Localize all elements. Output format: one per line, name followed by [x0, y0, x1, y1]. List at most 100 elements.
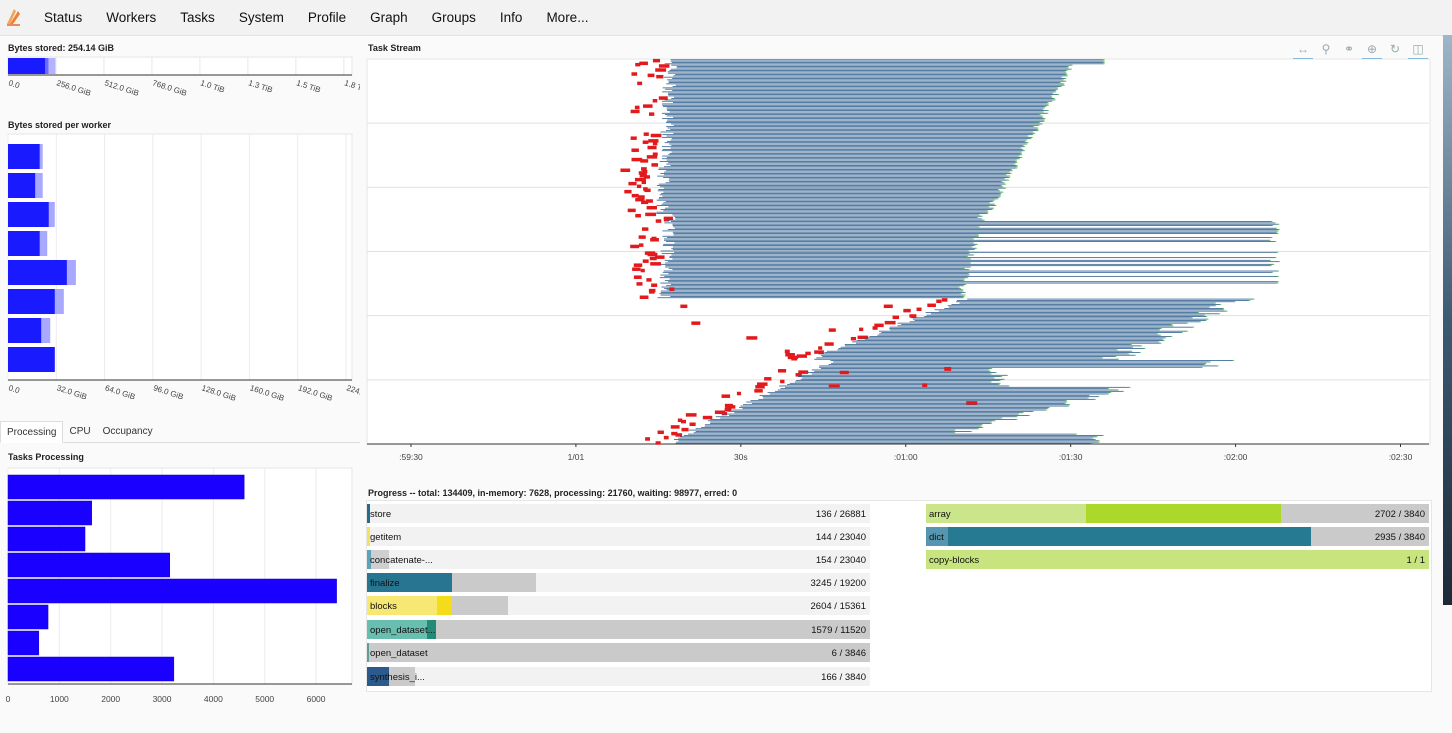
transfer-mark	[642, 259, 649, 263]
task-tail	[972, 254, 975, 256]
task-bar	[669, 257, 1276, 259]
task-tail	[1042, 120, 1045, 122]
progress-row-synthesis[interactable]: synthesis_i... 166 / 3840	[367, 667, 870, 686]
transfer-mark	[644, 188, 651, 193]
task-tail	[1042, 111, 1045, 113]
transfer-mark	[655, 441, 661, 445]
progress-row-blocks[interactable]: blocks 2604 / 15361	[367, 596, 870, 615]
tasks-processing-chart[interactable]: 0 1000 2000 3000 4000 5000 6000	[0, 466, 360, 711]
task-tail	[1064, 72, 1067, 74]
task-tail	[1074, 433, 1077, 435]
nav-groups[interactable]: Groups	[420, 0, 488, 35]
progress-row-getitem[interactable]: getitem 144 / 23040	[367, 527, 870, 546]
reset-icon[interactable]: ↻	[1385, 40, 1405, 58]
x-tick-label: 30s	[734, 452, 748, 462]
pan-icon[interactable]: ↔	[1293, 40, 1313, 60]
task-tail	[973, 245, 976, 247]
nav-status[interactable]: Status	[32, 0, 94, 35]
task-bar	[926, 314, 1205, 316]
transfer-mark	[721, 394, 731, 398]
transfer-mark	[909, 314, 917, 318]
progress-row-open-dataset[interactable]: open_dataset 6 / 3846	[367, 643, 870, 662]
progress-row-dict[interactable]: dict 2935 / 3840	[926, 527, 1429, 546]
task-bar	[662, 134, 1033, 136]
task-bar	[668, 154, 1022, 156]
transfer-mark	[702, 415, 713, 420]
nav-more[interactable]: More...	[534, 0, 600, 35]
task-tail	[1000, 181, 1003, 182]
task-tail	[1036, 127, 1039, 129]
bytes-stored-title: Bytes stored: 254.14 GiB	[8, 43, 115, 53]
progress-row-open-dataset-ellipsis[interactable]: open_dataset... 1579 / 11520	[367, 620, 870, 639]
task-tail	[1276, 282, 1279, 284]
progress-row-copy-blocks[interactable]: copy-blocks 1 / 1	[926, 550, 1429, 569]
task-tail	[1041, 116, 1044, 118]
tab-processing[interactable]: Processing	[0, 421, 64, 443]
tab-occupancy[interactable]: Occupancy	[97, 421, 159, 442]
x-tick-label: 128.0 GiB	[201, 383, 238, 403]
transfer-mark	[814, 350, 824, 354]
progress-row-store[interactable]: store 136 / 26881	[367, 504, 870, 523]
task-bar	[660, 274, 969, 276]
zoom-in-icon[interactable]: ⊕	[1362, 40, 1382, 60]
task-tail	[1204, 362, 1207, 364]
transfer-mark	[689, 422, 696, 427]
nav-workers[interactable]: Workers	[94, 0, 168, 35]
task-bar	[669, 152, 1021, 154]
task-tail	[1051, 92, 1054, 94]
task-bar	[656, 199, 994, 201]
task-tail	[979, 425, 982, 427]
progress-row-concatenate[interactable]: concatenate-... 154 / 23040	[367, 550, 870, 569]
tab-cpu[interactable]: CPU	[63, 421, 96, 442]
task-tail	[1133, 354, 1136, 356]
task-bar	[833, 361, 1210, 363]
hover-icon[interactable]: ◫	[1408, 40, 1428, 60]
task-bar	[797, 376, 1002, 378]
progress-row-array[interactable]: array 2702 / 3840	[926, 504, 1429, 523]
task-tail	[974, 247, 977, 249]
task-bar	[666, 107, 1045, 109]
task-tail	[1069, 68, 1072, 70]
transfer-mark	[655, 68, 667, 72]
task-tail	[1117, 358, 1120, 360]
nav-system[interactable]: System	[227, 0, 296, 35]
task-tail	[1052, 98, 1055, 99]
task-bar	[664, 207, 994, 209]
task-bar	[664, 222, 1275, 224]
nav-info[interactable]: Info	[488, 0, 535, 35]
nav-graph[interactable]: Graph	[358, 0, 420, 35]
bytes-per-worker-chart[interactable]: 0.0 32.0 GiB 64.0 GiB 96.0 GiB 128.0 GiB 160.…	[0, 132, 360, 412]
task-bar	[715, 416, 1017, 418]
task-tail	[1192, 326, 1195, 328]
tasks-processing-title: Tasks Processing	[8, 452, 84, 462]
task-tail	[1101, 435, 1104, 436]
task-bar	[956, 300, 1250, 301]
wheel-zoom-icon[interactable]: ⚭	[1339, 40, 1359, 58]
nav-profile[interactable]: Profile	[296, 0, 358, 35]
task-bar	[672, 214, 979, 216]
task-bar	[666, 126, 1034, 128]
task-tail	[987, 206, 990, 208]
task-bar	[658, 189, 998, 190]
transfer-mark	[643, 104, 653, 108]
task-bar	[925, 312, 1199, 313]
bytes-stored-chart[interactable]: 0.0 256.0 GiB 512.0 GiB 768.0 GiB 1.0 TiB 1.3…	[0, 55, 360, 100]
progress-label: array	[929, 509, 951, 520]
task-bar	[707, 420, 995, 422]
task-tail	[993, 420, 996, 422]
task-stream-chart[interactable]: :59:30 1/01 30s:01:00:01:30:02:00:02:30	[366, 58, 1432, 468]
box-zoom-icon[interactable]: ⚲	[1316, 40, 1336, 58]
transfer-mark	[658, 96, 668, 100]
progress-row-finalize[interactable]: finalize 3245 / 19200	[367, 573, 870, 592]
dask-logo-icon[interactable]	[4, 6, 24, 28]
task-tail	[1030, 136, 1033, 138]
nav-tasks[interactable]: Tasks	[168, 0, 227, 35]
task-bar	[947, 305, 1216, 307]
task-tail	[964, 283, 967, 285]
transfer-mark	[643, 132, 649, 136]
task-tail	[1054, 91, 1057, 93]
task-bar	[661, 253, 969, 255]
worker-bar	[8, 173, 36, 198]
task-tail	[1171, 325, 1174, 327]
task-bar	[668, 95, 1052, 97]
